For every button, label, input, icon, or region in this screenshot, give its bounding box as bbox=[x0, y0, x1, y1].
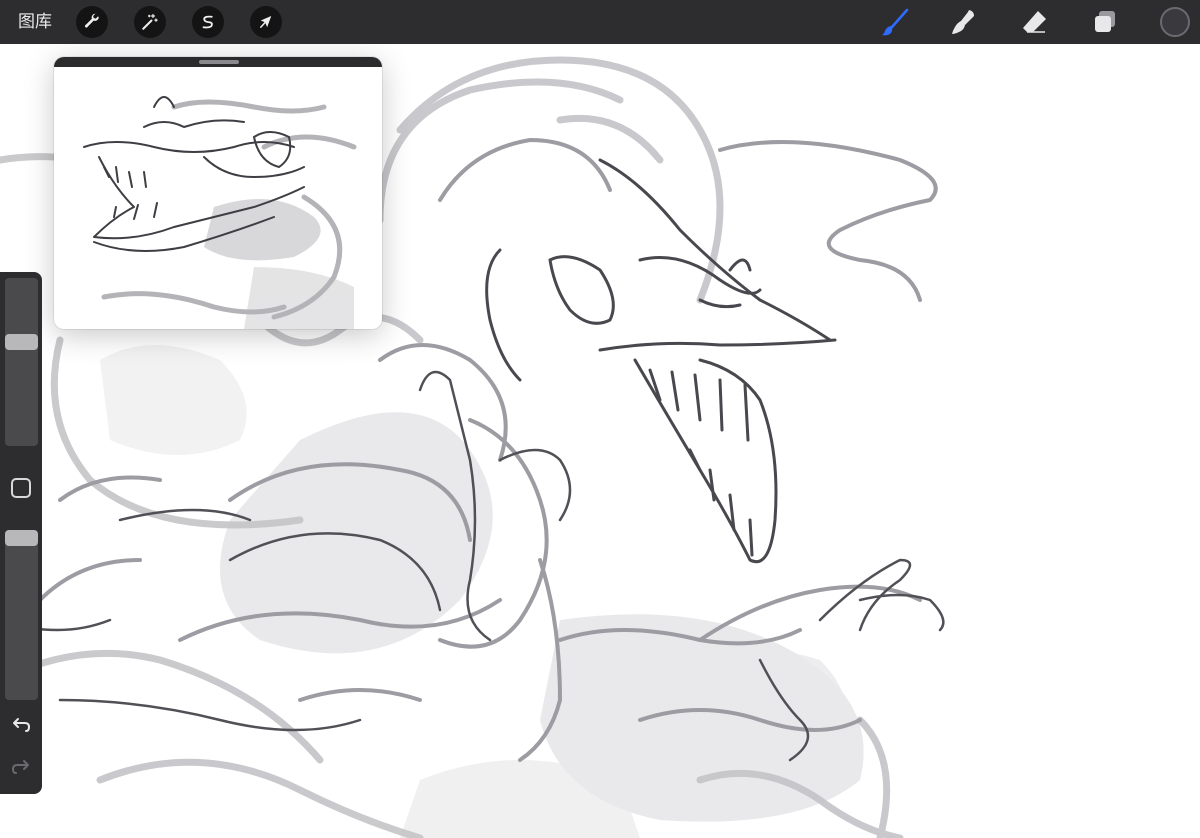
smudge-finger-icon bbox=[952, 10, 974, 34]
top-toolbar: 图库 bbox=[0, 0, 1200, 44]
arrow-cursor-icon bbox=[260, 16, 272, 28]
undo-button[interactable] bbox=[8, 715, 34, 737]
layers-button[interactable] bbox=[1090, 7, 1120, 37]
wrench-icon bbox=[84, 13, 99, 28]
undo-icon bbox=[13, 718, 31, 732]
magic-wand-icon bbox=[142, 13, 158, 30]
reference-image bbox=[54, 67, 382, 329]
selection-s-icon bbox=[202, 15, 213, 29]
brush-icon bbox=[882, 8, 909, 36]
drawing-canvas[interactable] bbox=[0, 44, 1200, 838]
drag-handle-icon[interactable] bbox=[199, 60, 239, 64]
redo-button[interactable] bbox=[8, 757, 34, 779]
adjustments-button[interactable] bbox=[134, 6, 166, 38]
square-modify-icon[interactable] bbox=[11, 478, 31, 498]
brush-opacity-slider[interactable] bbox=[5, 530, 38, 700]
gallery-button[interactable]: 图库 bbox=[18, 11, 52, 33]
eraser-icon bbox=[1023, 11, 1046, 33]
brush-button[interactable] bbox=[880, 7, 910, 37]
layers-icon bbox=[1095, 11, 1115, 32]
brush-opacity-thumb[interactable] bbox=[5, 530, 38, 546]
reference-header[interactable] bbox=[54, 57, 382, 67]
brush-size-slider[interactable] bbox=[5, 278, 38, 446]
actions-button[interactable] bbox=[76, 6, 108, 38]
redo-icon bbox=[11, 760, 29, 774]
reference-dragon-sketch bbox=[83, 96, 357, 329]
smudge-button[interactable] bbox=[948, 7, 978, 37]
brush-size-thumb[interactable] bbox=[5, 334, 38, 351]
eraser-button[interactable] bbox=[1020, 7, 1050, 37]
selection-button[interactable] bbox=[192, 6, 224, 38]
reference-window[interactable] bbox=[54, 57, 382, 329]
left-sidebar bbox=[0, 272, 42, 794]
color-picker-button[interactable] bbox=[1160, 7, 1190, 37]
transform-button[interactable] bbox=[250, 6, 282, 38]
